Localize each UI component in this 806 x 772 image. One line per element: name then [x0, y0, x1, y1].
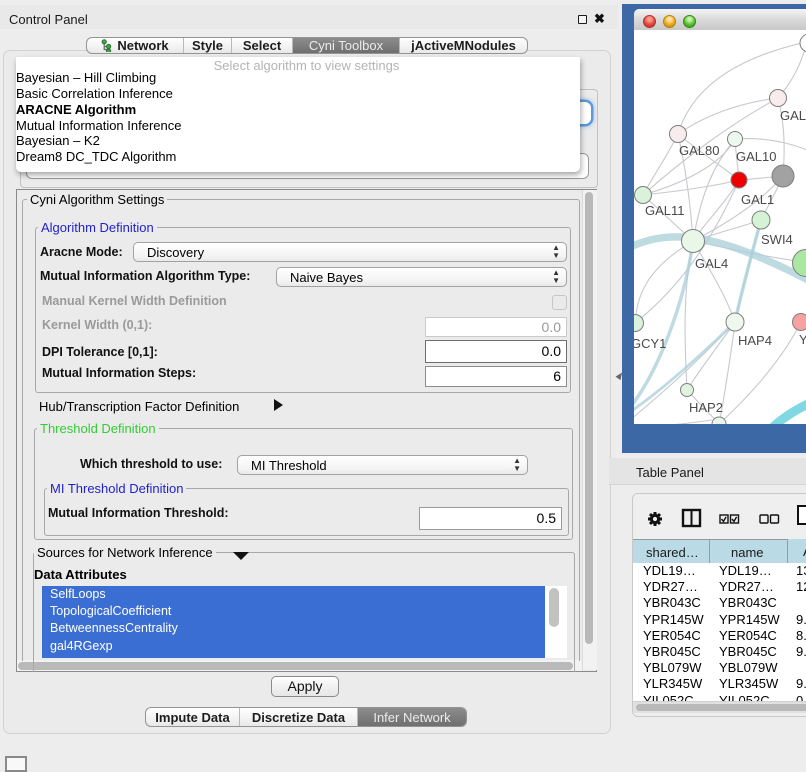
- svg-text:Y: Y: [799, 332, 806, 347]
- svg-text:SWI4: SWI4: [761, 232, 793, 247]
- svg-text:GAL1: GAL1: [741, 192, 774, 207]
- svg-text:GCY1: GCY1: [634, 336, 666, 351]
- svg-text:GAL7: GAL7: [780, 108, 806, 123]
- svg-text:HAP2: HAP2: [689, 400, 723, 415]
- svg-text:GAL10: GAL10: [736, 149, 776, 164]
- svg-text:GAL4: GAL4: [695, 256, 728, 271]
- svg-text:GAL80: GAL80: [679, 143, 719, 158]
- svg-text:GAL11: GAL11: [645, 203, 685, 218]
- svg-text:HAP4: HAP4: [738, 333, 772, 348]
